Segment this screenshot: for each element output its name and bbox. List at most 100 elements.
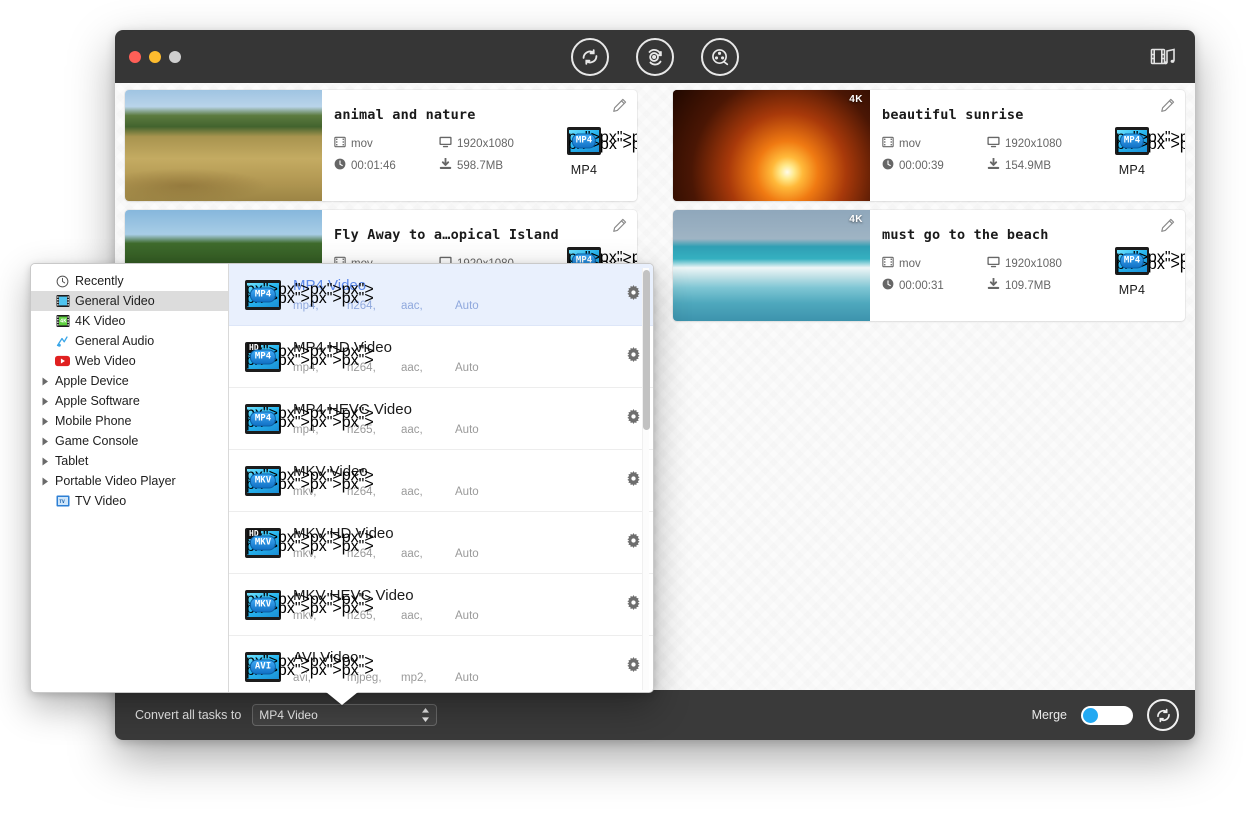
film-strip-icon <box>882 256 894 271</box>
format-list-scrollbar[interactable] <box>642 268 649 690</box>
task-thumbnail[interactable] <box>125 90 322 201</box>
format-settings-button[interactable] <box>626 595 641 615</box>
task-info: beautiful sunrise mov 1920x1080 00:00:39… <box>870 90 1185 201</box>
container-value: mov <box>899 258 921 270</box>
task-output-format[interactable]: px">px">px">px"> px">px">px">px"> MP4 MP… <box>1105 127 1159 177</box>
task-card[interactable]: 4K must go to the beach mov 1920x1080 00… <box>673 210 1185 321</box>
edit-task-button[interactable] <box>612 98 627 118</box>
disclosure-triangle-icon[interactable] <box>41 377 50 386</box>
sidebar-item-label: TV Video <box>75 494 126 508</box>
sidebar-item-tablet[interactable]: Tablet <box>31 451 228 471</box>
bottom-bar-right: Merge <box>1032 699 1179 731</box>
disclosure-triangle-icon[interactable] <box>41 457 50 466</box>
format-row[interactable]: px">px">px">px"> px">px">px">px"> HD MKV… <box>229 512 653 574</box>
maximize-button[interactable] <box>169 51 181 63</box>
format-row[interactable]: px">px">px">px"> px">px">px">px"> HD MP4… <box>229 326 653 388</box>
format-tag: MP4 <box>250 349 276 364</box>
format-list: px">px">px">px"> px">px">px">px"> MP4 MP… <box>229 264 653 692</box>
film-4k-icon: 4K <box>55 314 70 329</box>
sidebar-item-web-video[interactable]: Web Video <box>31 351 228 371</box>
format-settings-button[interactable] <box>626 347 641 367</box>
sidebar-item-apple-software[interactable]: Apple Software <box>31 391 228 411</box>
popup-pointer <box>326 692 358 705</box>
close-button[interactable] <box>129 51 141 63</box>
scrollbar-thumb[interactable] <box>643 270 650 430</box>
minimize-button[interactable] <box>149 51 161 63</box>
task-card[interactable]: 4K beautiful sunrise mov 1920x1080 00:00… <box>673 90 1185 201</box>
badge-4k: 4K <box>849 94 863 105</box>
window-controls <box>129 51 181 63</box>
disclosure-triangle-icon[interactable] <box>41 437 50 446</box>
format-row[interactable]: px">px">px">px"> px">px">px">px"> AVI AV… <box>229 636 653 692</box>
merge-toggle-knob <box>1083 708 1098 723</box>
metadata-editor-icon[interactable] <box>1148 44 1178 70</box>
task-output-format[interactable]: px">px">px">px"> px">px">px">px"> MP4 MP… <box>557 127 611 177</box>
format-film-icon: px">px">px">px"> px">px">px">px"> HD MKV <box>245 528 281 558</box>
tab-converter[interactable] <box>571 38 609 76</box>
convert-format-select[interactable]: MP4 Video <box>252 704 437 726</box>
disclosure-triangle-icon[interactable] <box>41 397 50 406</box>
disclosure-triangle-icon[interactable] <box>41 477 50 486</box>
task-card[interactable]: animal and nature mov 1920x1080 00:01:46… <box>125 90 637 201</box>
format-settings-button[interactable] <box>626 409 641 429</box>
edit-task-button[interactable] <box>1160 98 1175 118</box>
task-thumbnail[interactable]: 4K <box>673 210 870 321</box>
sidebar-item-label: Apple Device <box>55 374 129 388</box>
format-tag: MP4 <box>250 287 276 302</box>
format-settings-button[interactable] <box>626 471 641 491</box>
filesize-value: 109.7MB <box>1005 280 1051 292</box>
disclosure-triangle-icon[interactable] <box>41 417 50 426</box>
tab-media-toolbox[interactable] <box>701 38 739 76</box>
svg-text:4K: 4K <box>60 319 67 325</box>
format-settings-button[interactable] <box>626 533 641 553</box>
edit-task-button[interactable] <box>1160 218 1175 238</box>
monitor-icon <box>987 256 1000 271</box>
svg-text:TV: TV <box>59 499 65 505</box>
sidebar-item-portable-video-player[interactable]: Portable Video Player <box>31 471 228 491</box>
duration-value: 00:00:39 <box>899 160 944 172</box>
sidebar-item-game-console[interactable]: Game Console <box>31 431 228 451</box>
format-row[interactable]: px">px">px">px"> px">px">px">px"> MKV MK… <box>229 450 653 512</box>
filesize-value: 598.7MB <box>457 160 503 172</box>
sidebar-item-label: Apple Software <box>55 394 140 408</box>
task-title: must go to the beach <box>882 227 1185 243</box>
format-row[interactable]: px">px">px">px"> px">px">px">px"> MP4 MP… <box>229 264 653 326</box>
tab-ripper[interactable] <box>636 38 674 76</box>
clock-icon <box>882 278 894 293</box>
sidebar-item-apple-device[interactable]: Apple Device <box>31 371 228 391</box>
meta-duration: 00:01:46 <box>334 158 439 173</box>
format-row[interactable]: px">px">px">px"> px">px">px">px"> MKV MK… <box>229 574 653 636</box>
clock-icon <box>55 274 70 289</box>
format-icon: px">px">px">px"> px">px">px">px"> MP4 <box>241 280 285 310</box>
output-format-label: MP4 <box>1105 283 1159 297</box>
sidebar-item-label: Recently <box>75 274 124 288</box>
convert-all-label: Convert all tasks to <box>135 708 241 722</box>
sidebar-item-4k-video[interactable]: 4K4K Video <box>31 311 228 331</box>
format-icon: px">px">px">px"> px">px">px">px"> MP4 <box>241 404 285 434</box>
format-film-icon: px">px">px">px"> px">px">px">px"> MP4 <box>1115 247 1149 275</box>
format-settings-button[interactable] <box>626 657 641 677</box>
task-output-format[interactable]: px">px">px">px"> px">px">px">px"> MP4 MP… <box>1105 247 1159 297</box>
sidebar-item-general-video[interactable]: General Video <box>31 291 228 311</box>
format-tag: AVI <box>250 659 276 674</box>
stepper-arrows-icon <box>421 708 430 722</box>
format-icon: px">px">px">px"> px">px">px">px"> HD MP4 <box>241 342 285 372</box>
output-format-label: MP4 <box>557 163 611 177</box>
sidebar-item-general-audio[interactable]: General Audio <box>31 331 228 351</box>
sidebar-item-label: Game Console <box>55 434 138 448</box>
task-info: animal and nature mov 1920x1080 00:01:46… <box>322 90 637 201</box>
start-convert-button[interactable] <box>1147 699 1179 731</box>
edit-task-button[interactable] <box>612 218 627 238</box>
merge-toggle[interactable] <box>1081 706 1133 725</box>
container-value: mov <box>351 138 373 150</box>
sidebar-item-mobile-phone[interactable]: Mobile Phone <box>31 411 228 431</box>
sidebar-item-label: Portable Video Player <box>55 474 176 488</box>
output-format-label: MP4 <box>1105 163 1159 177</box>
sidebar-item-tv-video[interactable]: TV TV Video <box>31 491 228 511</box>
task-thumbnail[interactable]: 4K <box>673 90 870 201</box>
format-settings-button[interactable] <box>626 285 641 305</box>
format-tag: MKV <box>250 597 276 612</box>
sidebar-item-recently[interactable]: Recently <box>31 271 228 291</box>
sidebar-item-label: General Video <box>75 294 155 308</box>
format-row[interactable]: px">px">px">px"> px">px">px">px"> MP4 MP… <box>229 388 653 450</box>
